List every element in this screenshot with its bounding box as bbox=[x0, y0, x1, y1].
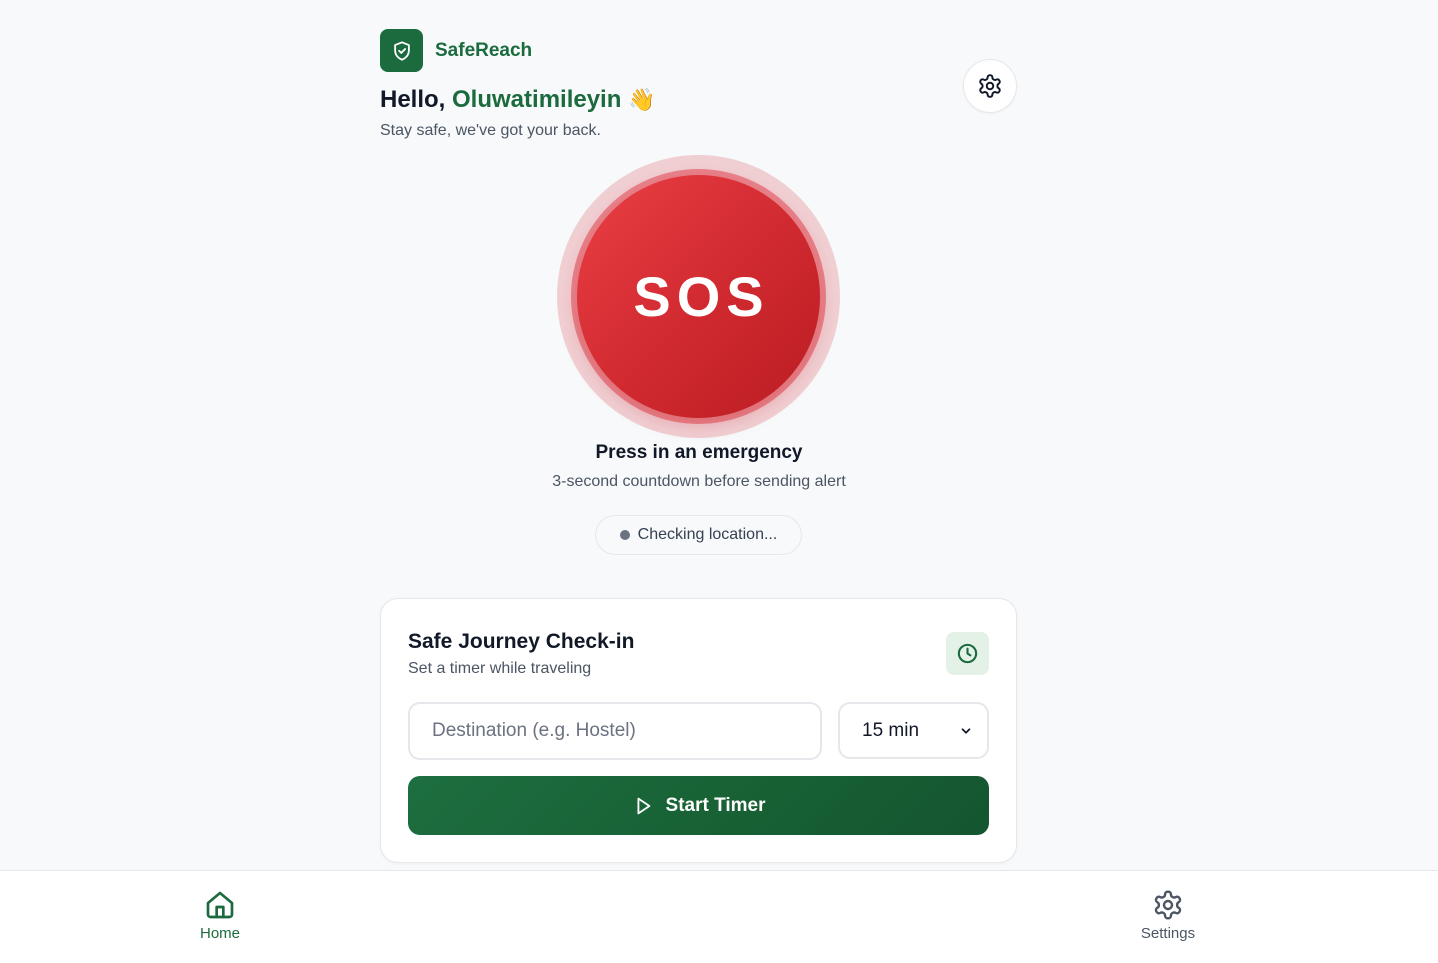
location-status-badge: Checking location... bbox=[595, 515, 802, 555]
duration-select[interactable]: 15 min bbox=[838, 702, 989, 759]
home-icon bbox=[206, 891, 234, 919]
sos-instruction: Press in an emergency bbox=[595, 442, 803, 463]
greeting-subtitle: Stay safe, we've got your back. bbox=[380, 122, 601, 139]
chevron-down-icon bbox=[961, 727, 971, 734]
nav-item-home[interactable]: Home bbox=[160, 889, 280, 942]
nav-home-label: Home bbox=[199, 925, 240, 942]
gear-icon bbox=[979, 74, 1001, 98]
nav-settings-label: Settings bbox=[1140, 925, 1196, 942]
app-screen: SafeReach Hello, Oluwatimileyin 👋 Stay s… bbox=[0, 0, 1438, 963]
sos-button[interactable]: SOS bbox=[577, 175, 820, 418]
checkin-card: Safe Journey Check-in Set a timer while … bbox=[380, 598, 1017, 863]
brand: SafeReach bbox=[380, 29, 532, 72]
sos-countdown-note: 3-second countdown before sending alert bbox=[552, 473, 846, 490]
play-icon bbox=[637, 797, 650, 814]
start-timer-button[interactable]: Start Timer bbox=[408, 776, 989, 835]
shield-check-icon bbox=[380, 29, 423, 72]
location-status-text: Checking location... bbox=[637, 526, 778, 543]
settings-button[interactable] bbox=[963, 59, 1017, 113]
sos-label: SOS bbox=[633, 265, 770, 328]
clock-icon bbox=[946, 632, 989, 675]
app-name: SafeReach bbox=[435, 39, 533, 61]
user-name: Oluwatimileyin bbox=[452, 86, 622, 113]
wave-emoji: 👋 bbox=[628, 87, 656, 112]
checkin-title: Safe Journey Check-in bbox=[408, 630, 635, 653]
bottom-nav: Home Settings bbox=[0, 870, 1438, 963]
greeting-heading: Hello, Oluwatimileyin 👋 bbox=[380, 86, 655, 114]
destination-input[interactable] bbox=[408, 702, 822, 760]
nav-item-settings[interactable]: Settings bbox=[1108, 889, 1228, 942]
start-timer-label: Start Timer bbox=[665, 794, 766, 816]
duration-value: 15 min bbox=[862, 719, 920, 741]
gear-icon bbox=[1154, 890, 1182, 920]
checkin-subtitle: Set a timer while traveling bbox=[408, 660, 592, 677]
greeting-prefix: Hello, bbox=[380, 86, 453, 113]
status-dot bbox=[619, 530, 630, 540]
